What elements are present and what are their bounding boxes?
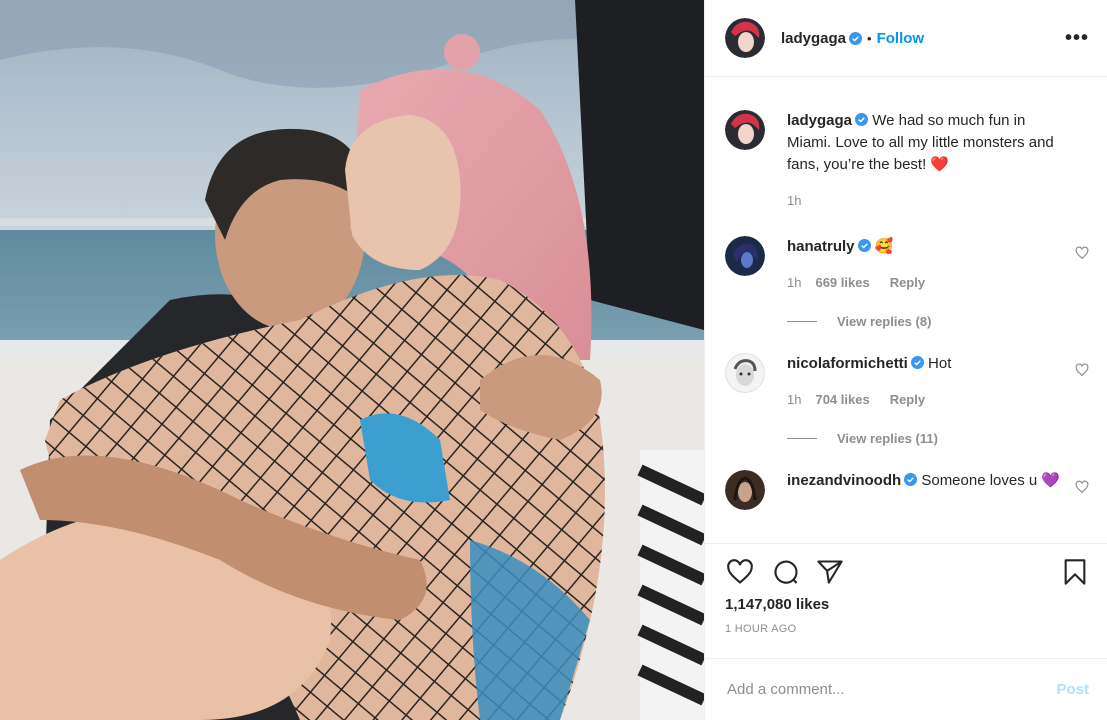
view-replies-button[interactable]: View replies (8) (787, 314, 1089, 329)
header-separator: • (867, 30, 872, 46)
view-replies-line (787, 438, 817, 439)
comment-author[interactable]: inezandvinoodh (787, 472, 901, 489)
comment-likes[interactable]: 704 likes (815, 392, 869, 407)
caption-author[interactable]: ladygaga (787, 112, 852, 129)
caption-avatar[interactable] (725, 110, 765, 150)
caption-body: ladygaga We had so much fun in Miami. Lo… (787, 110, 1089, 212)
view-replies-label: View replies (8) (837, 314, 932, 329)
post-header: ladygaga • Follow ••• (705, 0, 1107, 77)
comment-avatar[interactable] (725, 236, 765, 276)
comment-item: inezandvinoodh Someone loves u 💜 (725, 470, 1089, 510)
comment-text: Someone loves u 💜 (921, 472, 1061, 489)
comment-text: 🥰 (874, 238, 894, 255)
likes-count[interactable]: 1,147,080 likes (725, 596, 1089, 613)
author-avatar[interactable] (725, 18, 765, 58)
comment-meta: 1h 669 likes Reply (787, 272, 1063, 294)
like-comment-heart-icon[interactable] (1075, 363, 1089, 377)
comments-list[interactable]: ladygaga We had so much fun in Miami. Lo… (705, 77, 1107, 543)
comment-item: hanatruly 🥰 1h 669 likes Reply (725, 236, 1089, 294)
caption: ladygaga We had so much fun in Miami. Lo… (725, 110, 1089, 212)
verified-badge-icon (849, 31, 863, 45)
verified-badge-icon (857, 239, 871, 252)
photo-illustration (0, 0, 704, 720)
comment-author[interactable]: hanatruly (787, 238, 855, 255)
verified-badge-icon (910, 356, 924, 369)
follow-button[interactable]: Follow (877, 30, 925, 47)
comment-avatar[interactable] (725, 353, 765, 393)
bookmark-icon[interactable] (1061, 557, 1089, 587)
comment-likes[interactable]: 669 likes (815, 275, 869, 290)
action-icons (725, 556, 1089, 588)
view-replies-label: View replies (11) (837, 431, 938, 446)
post-details-panel: ladygaga • Follow ••• ladygaga We had so… (704, 0, 1107, 720)
comment-meta: 1h 704 likes Reply (787, 389, 1063, 411)
author-username[interactable]: ladygaga (781, 30, 846, 47)
comment-avatar[interactable] (725, 470, 765, 510)
view-replies-line (787, 321, 817, 322)
post-actions: 1,147,080 likes 1 HOUR AGO (705, 543, 1107, 658)
add-comment-bar: Post (705, 658, 1107, 720)
add-comment-input[interactable] (725, 680, 1057, 699)
like-comment-heart-icon[interactable] (1075, 480, 1089, 494)
share-icon[interactable] (815, 558, 845, 586)
comment-time[interactable]: 1h (787, 275, 801, 290)
comment-icon[interactable] (771, 558, 801, 586)
comment-body: inezandvinoodh Someone loves u 💜 (787, 470, 1089, 510)
caption-meta: 1h (787, 190, 1063, 212)
verified-badge-icon (904, 473, 918, 486)
post-timestamp[interactable]: 1 HOUR AGO (725, 623, 1089, 635)
view-replies-button[interactable]: View replies (11) (787, 431, 1089, 446)
comment-body: nicolaformichetti Hot 1h 704 likes Reply (787, 353, 1089, 411)
caption-time[interactable]: 1h (787, 193, 801, 208)
instagram-post: ladygaga • Follow ••• ladygaga We had so… (0, 0, 1107, 720)
comment-time[interactable]: 1h (787, 392, 801, 407)
like-comment-heart-icon[interactable] (1075, 246, 1089, 260)
comment-item: nicolaformichetti Hot 1h 704 likes Reply (725, 353, 1089, 411)
more-options-icon[interactable]: ••• (1065, 27, 1089, 50)
post-photo[interactable] (0, 0, 704, 720)
heart-icon[interactable] (725, 558, 755, 586)
comment-body: hanatruly 🥰 1h 669 likes Reply (787, 236, 1089, 294)
post-comment-button[interactable]: Post (1056, 681, 1089, 698)
verified-badge-icon (855, 113, 869, 126)
reply-button[interactable]: Reply (890, 275, 925, 290)
comment-author[interactable]: nicolaformichetti (787, 355, 908, 372)
reply-button[interactable]: Reply (890, 392, 925, 407)
comment-text: Hot (928, 355, 952, 372)
